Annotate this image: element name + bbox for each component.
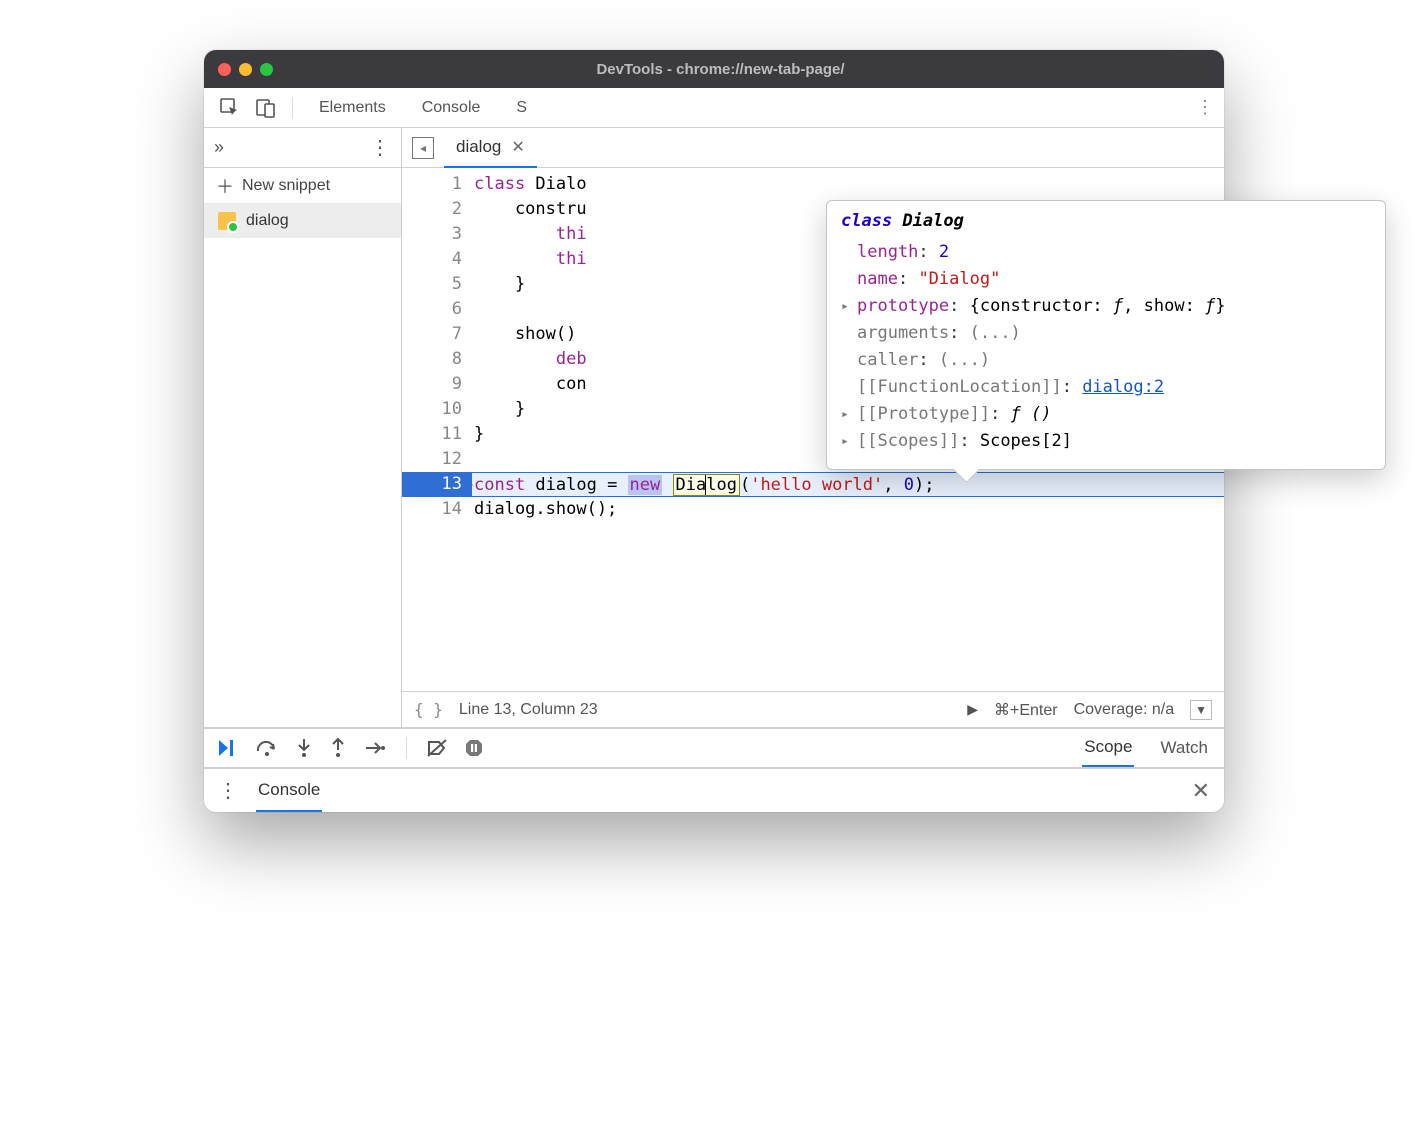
line-number[interactable]: 8: [402, 347, 462, 372]
tab-console[interactable]: Console: [406, 88, 497, 128]
code-line[interactable]: class Dialo: [472, 172, 1224, 197]
line-gutter: 1234567891011121314: [402, 168, 472, 691]
new-snippet-label: New snippet: [242, 177, 330, 195]
settings-icon[interactable]: ⋮: [1196, 97, 1214, 118]
titlebar: DevTools - chrome://new-tab-page/: [204, 50, 1224, 88]
line-number[interactable]: 10: [402, 397, 462, 422]
tab-watch[interactable]: Watch: [1158, 730, 1210, 766]
popover-property: arguments: (...): [841, 320, 1371, 347]
device-toolbar-icon[interactable]: [250, 92, 282, 124]
new-snippet-button[interactable]: ＋ New snippet: [204, 168, 401, 204]
popover-property: length: 2: [841, 239, 1371, 266]
tab-scope[interactable]: Scope: [1082, 729, 1134, 767]
navigator-overflow-icon[interactable]: »: [214, 137, 224, 158]
step-icon[interactable]: [364, 740, 386, 756]
editor-tabbar: ◂ dialog ✕: [402, 128, 1224, 168]
step-out-icon[interactable]: [330, 738, 346, 758]
code-line[interactable]: dialog.show();: [472, 497, 1224, 522]
step-into-icon[interactable]: [296, 738, 312, 758]
line-number[interactable]: 12: [402, 447, 462, 472]
popover-property: caller: (...): [841, 347, 1371, 374]
popover-property[interactable]: prototype: {constructor: ƒ, show: ƒ}: [841, 293, 1371, 320]
snippet-name: dialog: [246, 212, 289, 230]
pause-on-exceptions-icon[interactable]: [465, 739, 483, 757]
plus-icon: ＋: [216, 173, 234, 199]
code-line[interactable]: const dialog = new Dialog('hello world',…: [472, 472, 1224, 497]
popover-property: name: "Dialog": [841, 266, 1371, 293]
line-number[interactable]: 2: [402, 197, 462, 222]
tab-sources[interactable]: S: [500, 88, 543, 128]
line-number[interactable]: 14: [402, 497, 462, 522]
line-number[interactable]: 9: [402, 372, 462, 397]
separator: [406, 737, 407, 759]
step-over-icon[interactable]: [256, 739, 278, 757]
cursor-position: Line 13, Column 23: [459, 701, 598, 719]
line-number[interactable]: 11: [402, 422, 462, 447]
resume-icon[interactable]: [218, 739, 238, 757]
window-title: DevTools - chrome://new-tab-page/: [231, 61, 1210, 78]
editor-statusbar: { } Line 13, Column 23 ▶ ⌘+Enter Coverag…: [402, 691, 1224, 727]
toggle-details-icon[interactable]: ▼: [1190, 700, 1212, 720]
popover-property[interactable]: [[FunctionLocation]]: dialog:2: [841, 374, 1371, 401]
snippet-file-icon: [218, 212, 236, 230]
drawer-more-icon[interactable]: ⋮: [218, 778, 238, 803]
tab-elements[interactable]: Elements: [303, 88, 402, 128]
navigate-back-icon[interactable]: ◂: [412, 137, 434, 159]
panel-tabstrip: Elements Console S ⋮: [204, 88, 1224, 128]
run-hint: ⌘+Enter: [994, 700, 1058, 720]
line-number[interactable]: 1: [402, 172, 462, 197]
snippet-item[interactable]: dialog: [204, 204, 401, 238]
file-tab-label: dialog: [456, 137, 501, 157]
line-number[interactable]: 5: [402, 272, 462, 297]
file-tab[interactable]: dialog ✕: [444, 128, 537, 168]
coverage-label: Coverage: n/a: [1074, 701, 1175, 719]
popover-property[interactable]: [[Scopes]]: Scopes[2]: [841, 428, 1371, 455]
editor-column: ◂ dialog ✕ 1234567891011121314 class Dia…: [402, 128, 1224, 727]
line-number[interactable]: 6: [402, 297, 462, 322]
source-location-link[interactable]: dialog:2: [1082, 377, 1164, 397]
run-snippet-icon[interactable]: ▶: [967, 701, 978, 718]
drawer-tab-console[interactable]: Console: [256, 770, 322, 812]
line-number[interactable]: 13: [402, 472, 472, 497]
debugger-toolbar: Scope Watch: [204, 728, 1224, 768]
object-preview-popover: class Dialog length: 2name: "Dialog"prot…: [826, 200, 1386, 470]
line-number[interactable]: 3: [402, 222, 462, 247]
console-drawer: ⋮ Console ✕: [204, 768, 1224, 812]
devtools-window: DevTools - chrome://new-tab-page/ Elemen…: [204, 50, 1224, 812]
separator: [292, 97, 293, 119]
popover-property[interactable]: [[Prototype]]: ƒ (): [841, 401, 1371, 428]
navigator-sidebar: » ⋮ ＋ New snippet dialog: [204, 128, 402, 727]
close-tab-icon[interactable]: ✕: [511, 137, 524, 157]
close-drawer-icon[interactable]: ✕: [1192, 778, 1210, 804]
popover-title: class Dialog: [841, 211, 1371, 231]
navigator-more-icon[interactable]: ⋮: [370, 135, 391, 160]
window-close-icon[interactable]: [218, 63, 231, 76]
line-number[interactable]: 7: [402, 322, 462, 347]
deactivate-breakpoints-icon[interactable]: [427, 739, 447, 757]
inspect-element-icon[interactable]: [214, 92, 246, 124]
pretty-print-icon[interactable]: { }: [414, 700, 443, 719]
line-number[interactable]: 4: [402, 247, 462, 272]
